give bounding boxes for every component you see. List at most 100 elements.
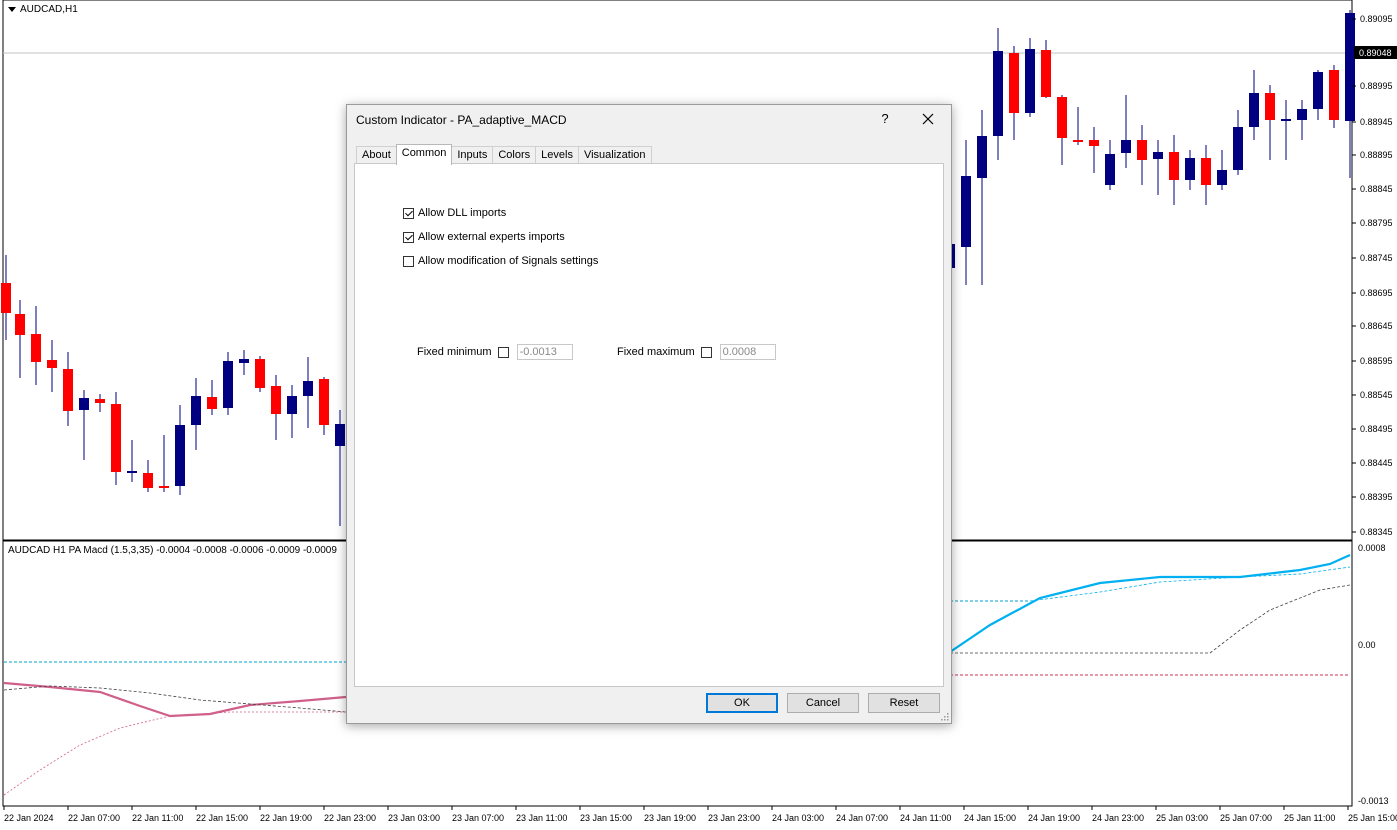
allow-signals-modification-option[interactable]: Allow modification of Signals settings <box>403 255 598 267</box>
time-axis: 22 Jan 2024 22 Jan 07:00 22 Jan 11:00 22 Ja… <box>3 806 1397 823</box>
cancel-button[interactable]: Cancel <box>787 693 859 713</box>
candle-body <box>207 397 217 409</box>
time-label: 24 Jan 15:00 <box>964 813 1016 823</box>
common-tab-panel: Allow DLL imports Allow external experts… <box>354 163 944 687</box>
candle-body <box>993 51 1003 136</box>
price-label: 0.88395 <box>1360 492 1393 502</box>
candle-body <box>303 381 313 396</box>
candle-body <box>1345 13 1355 121</box>
candle-body <box>961 176 971 247</box>
fixed-maximum-group: Fixed maximum <box>617 344 776 360</box>
price-label: 0.88495 <box>1360 424 1393 434</box>
fixed-maximum-label: Fixed maximum <box>617 346 695 358</box>
fixed-maximum-checkbox[interactable] <box>700 346 712 358</box>
current-price-label: 0.89048 <box>1359 48 1392 58</box>
custom-indicator-dialog[interactable]: Custom Indicator - PA_adaptive_MACD ? Ab… <box>346 104 952 724</box>
price-label: 0.88795 <box>1360 218 1393 228</box>
allow-dll-imports-option[interactable]: Allow DLL imports <box>403 207 506 219</box>
time-label: 22 Jan 15:00 <box>196 813 248 823</box>
time-label: 22 Jan 23:00 <box>324 813 376 823</box>
allow-external-experts-option[interactable]: Allow external experts imports <box>403 231 565 243</box>
candle-body <box>1313 72 1323 109</box>
candle-body <box>1185 158 1195 180</box>
resize-grip-icon[interactable] <box>941 713 949 721</box>
time-label: 25 Jan 07:00 <box>1220 813 1272 823</box>
candle-body <box>271 386 281 414</box>
time-label: 22 Jan 07:00 <box>68 813 120 823</box>
allow-signals-modification-checkbox[interactable] <box>403 255 414 267</box>
time-label: 22 Jan 2024 <box>4 813 54 823</box>
candle-body <box>1201 158 1211 185</box>
price-label: 0.88995 <box>1360 81 1393 91</box>
allow-external-experts-checkbox[interactable] <box>403 231 414 243</box>
candle-body <box>1025 49 1035 113</box>
fixed-minimum-checkbox[interactable] <box>497 346 509 358</box>
time-label: 24 Jan 11:00 <box>900 813 951 823</box>
candle-body <box>47 360 57 368</box>
allow-dll-imports-checkbox[interactable] <box>403 207 414 219</box>
fixed-maximum-input[interactable] <box>719 344 776 360</box>
dropdown-triangle-icon[interactable] <box>8 7 16 12</box>
price-label: 0.88745 <box>1360 253 1393 263</box>
candle-body <box>1057 97 1067 138</box>
candle-body <box>63 369 73 411</box>
price-label: 0.88895 <box>1360 150 1393 160</box>
reset-button[interactable]: Reset <box>868 693 940 713</box>
time-label: 22 Jan 11:00 <box>132 813 183 823</box>
candle-body <box>1217 170 1227 185</box>
time-label: 25 Jan 11:00 <box>1284 813 1335 823</box>
price-label: 0.88545 <box>1360 390 1393 400</box>
candle-body <box>1089 140 1099 146</box>
price-label: 0.88695 <box>1360 288 1393 298</box>
tab-common[interactable]: Common <box>395 144 453 165</box>
candle-body <box>977 136 987 178</box>
candle-body <box>1073 140 1083 142</box>
tab-levels[interactable]: Levels <box>535 146 579 164</box>
tab-bar: About Common Inputs Colors Levels Visual… <box>356 144 652 165</box>
fixed-minimum-input[interactable] <box>516 344 573 360</box>
time-label: 25 Jan 03:00 <box>1156 813 1208 823</box>
candle-body <box>1281 119 1291 121</box>
time-label: 23 Jan 23:00 <box>708 813 760 823</box>
ok-button[interactable]: OK <box>706 693 778 713</box>
candle-body <box>1169 152 1179 180</box>
help-button[interactable]: ? <box>877 111 893 126</box>
candle-body <box>223 361 233 408</box>
candle-body <box>143 473 153 488</box>
candle-body <box>175 425 185 486</box>
time-label: 24 Jan 03:00 <box>772 813 824 823</box>
candle-body <box>79 398 89 410</box>
tab-colors[interactable]: Colors <box>492 146 537 164</box>
time-label: 24 Jan 19:00 <box>1028 813 1080 823</box>
candle-body <box>1009 53 1019 113</box>
allow-signals-modification-label: Allow modification of Signals settings <box>418 255 599 267</box>
time-label: 23 Jan 11:00 <box>516 813 567 823</box>
tab-visualization[interactable]: Visualization <box>577 146 652 164</box>
candle-body <box>1041 50 1051 97</box>
candle-body <box>287 396 297 414</box>
symbol-label[interactable]: AUDCAD,H1 <box>8 4 78 15</box>
candle-body <box>127 471 137 473</box>
candle-body <box>239 359 249 363</box>
time-label: 22 Jan 19:00 <box>260 813 312 823</box>
time-label: 23 Jan 19:00 <box>644 813 696 823</box>
allow-dll-imports-label: Allow DLL imports <box>418 207 507 219</box>
time-label: 23 Jan 03:00 <box>388 813 440 823</box>
candle-body <box>1121 140 1131 153</box>
close-icon[interactable] <box>917 109 939 129</box>
time-label: 24 Jan 07:00 <box>836 813 888 823</box>
tab-inputs[interactable]: Inputs <box>451 146 494 164</box>
indicator-axis-label: 0.0008 <box>1358 543 1386 553</box>
candle-body <box>1233 127 1243 170</box>
candle-body <box>95 399 105 403</box>
candle-body <box>1153 152 1163 159</box>
candle-body <box>1329 70 1339 120</box>
candle-body <box>31 334 41 362</box>
allow-external-experts-label: Allow external experts imports <box>418 231 565 243</box>
time-label: 25 Jan 15:00 <box>1348 813 1397 823</box>
candle-body <box>1265 93 1275 120</box>
indicator-axis-label: 0.00 <box>1358 640 1376 650</box>
candle-body <box>159 486 169 488</box>
price-label: 0.88845 <box>1360 184 1393 194</box>
tab-about[interactable]: About <box>356 146 397 164</box>
